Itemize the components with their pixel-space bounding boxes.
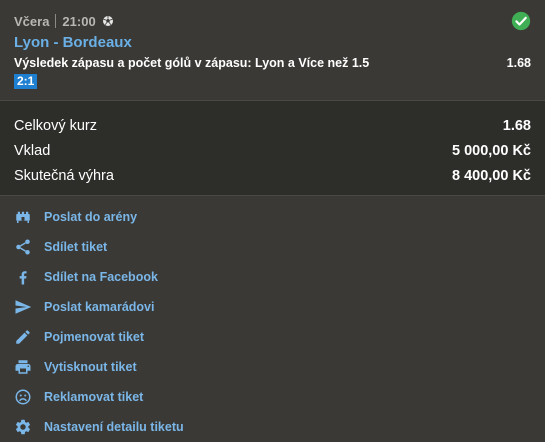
win-row: Skutečná výhra 8 400,00 Kč bbox=[14, 166, 531, 186]
stake-value: 5 000,00 Kč bbox=[451, 143, 531, 159]
share-ticket-button[interactable]: Sdílet tiket bbox=[14, 236, 107, 258]
stake-label: Vklad bbox=[14, 143, 51, 159]
share-ticket-label: Sdílet tiket bbox=[44, 240, 108, 254]
bet-time: 21:00 bbox=[62, 13, 96, 29]
sad-face-icon bbox=[14, 388, 32, 406]
total-odds-label: Celkový kurz bbox=[14, 118, 97, 134]
arena-icon bbox=[14, 208, 32, 226]
facebook-icon bbox=[14, 268, 32, 286]
soccer-ball-icon bbox=[102, 16, 113, 26]
printer-icon bbox=[14, 358, 32, 376]
print-ticket-button[interactable]: Vytisknout tiket bbox=[14, 356, 137, 378]
bet-selection: Výsledek zápasu a počet gólů v zápasu: L… bbox=[14, 56, 370, 70]
ticket-summary: Celkový kurz 1.68 Vklad 5 000,00 Kč Skut… bbox=[0, 100, 545, 196]
ticket-detail-settings-button[interactable]: Nastavení detailu tiketu bbox=[14, 416, 184, 438]
send-to-arena-label: Poslat do arény bbox=[44, 210, 138, 224]
win-label: Skutečná výhra bbox=[14, 168, 114, 184]
pencil-icon bbox=[14, 328, 32, 346]
win-value: 8 400,00 Kč bbox=[451, 168, 531, 184]
match-link[interactable]: Lyon - Bordeaux bbox=[14, 34, 132, 51]
bet-detail: Včera 21:00 Lyon - Bordeaux Výsledek záp… bbox=[0, 0, 545, 100]
ticket-detail-settings-label: Nastavení detailu tiketu bbox=[44, 420, 184, 434]
share-facebook-button[interactable]: Sdílet na Facebook bbox=[14, 266, 158, 288]
bet-odd: 1.68 bbox=[506, 56, 531, 70]
bet-day: Včera bbox=[14, 13, 50, 29]
share-facebook-label: Sdílet na Facebook bbox=[44, 270, 158, 284]
win-check-icon bbox=[511, 11, 531, 31]
total-odds-row: Celkový kurz 1.68 bbox=[14, 116, 531, 136]
send-to-friend-button[interactable]: Poslat kamarádovi bbox=[14, 296, 154, 318]
print-ticket-label: Vytisknout tiket bbox=[44, 360, 137, 374]
complain-ticket-button[interactable]: Reklamovat tiket bbox=[14, 386, 143, 408]
send-to-friend-label: Poslat kamarádovi bbox=[44, 300, 155, 314]
bet-meta: Včera 21:00 bbox=[14, 13, 114, 29]
divider bbox=[55, 14, 57, 28]
total-odds-value: 1.68 bbox=[502, 118, 531, 134]
gear-icon bbox=[14, 418, 32, 436]
score-badge: 2:1 bbox=[14, 74, 38, 89]
send-to-arena-button[interactable]: Poslat do arény bbox=[14, 206, 137, 228]
stake-row: Vklad 5 000,00 Kč bbox=[14, 141, 531, 161]
share-icon bbox=[14, 238, 32, 256]
send-icon bbox=[14, 298, 32, 316]
rename-ticket-button[interactable]: Pojmenovat tiket bbox=[14, 326, 144, 348]
rename-ticket-label: Pojmenovat tiket bbox=[44, 330, 145, 344]
complain-ticket-label: Reklamovat tiket bbox=[44, 390, 144, 404]
